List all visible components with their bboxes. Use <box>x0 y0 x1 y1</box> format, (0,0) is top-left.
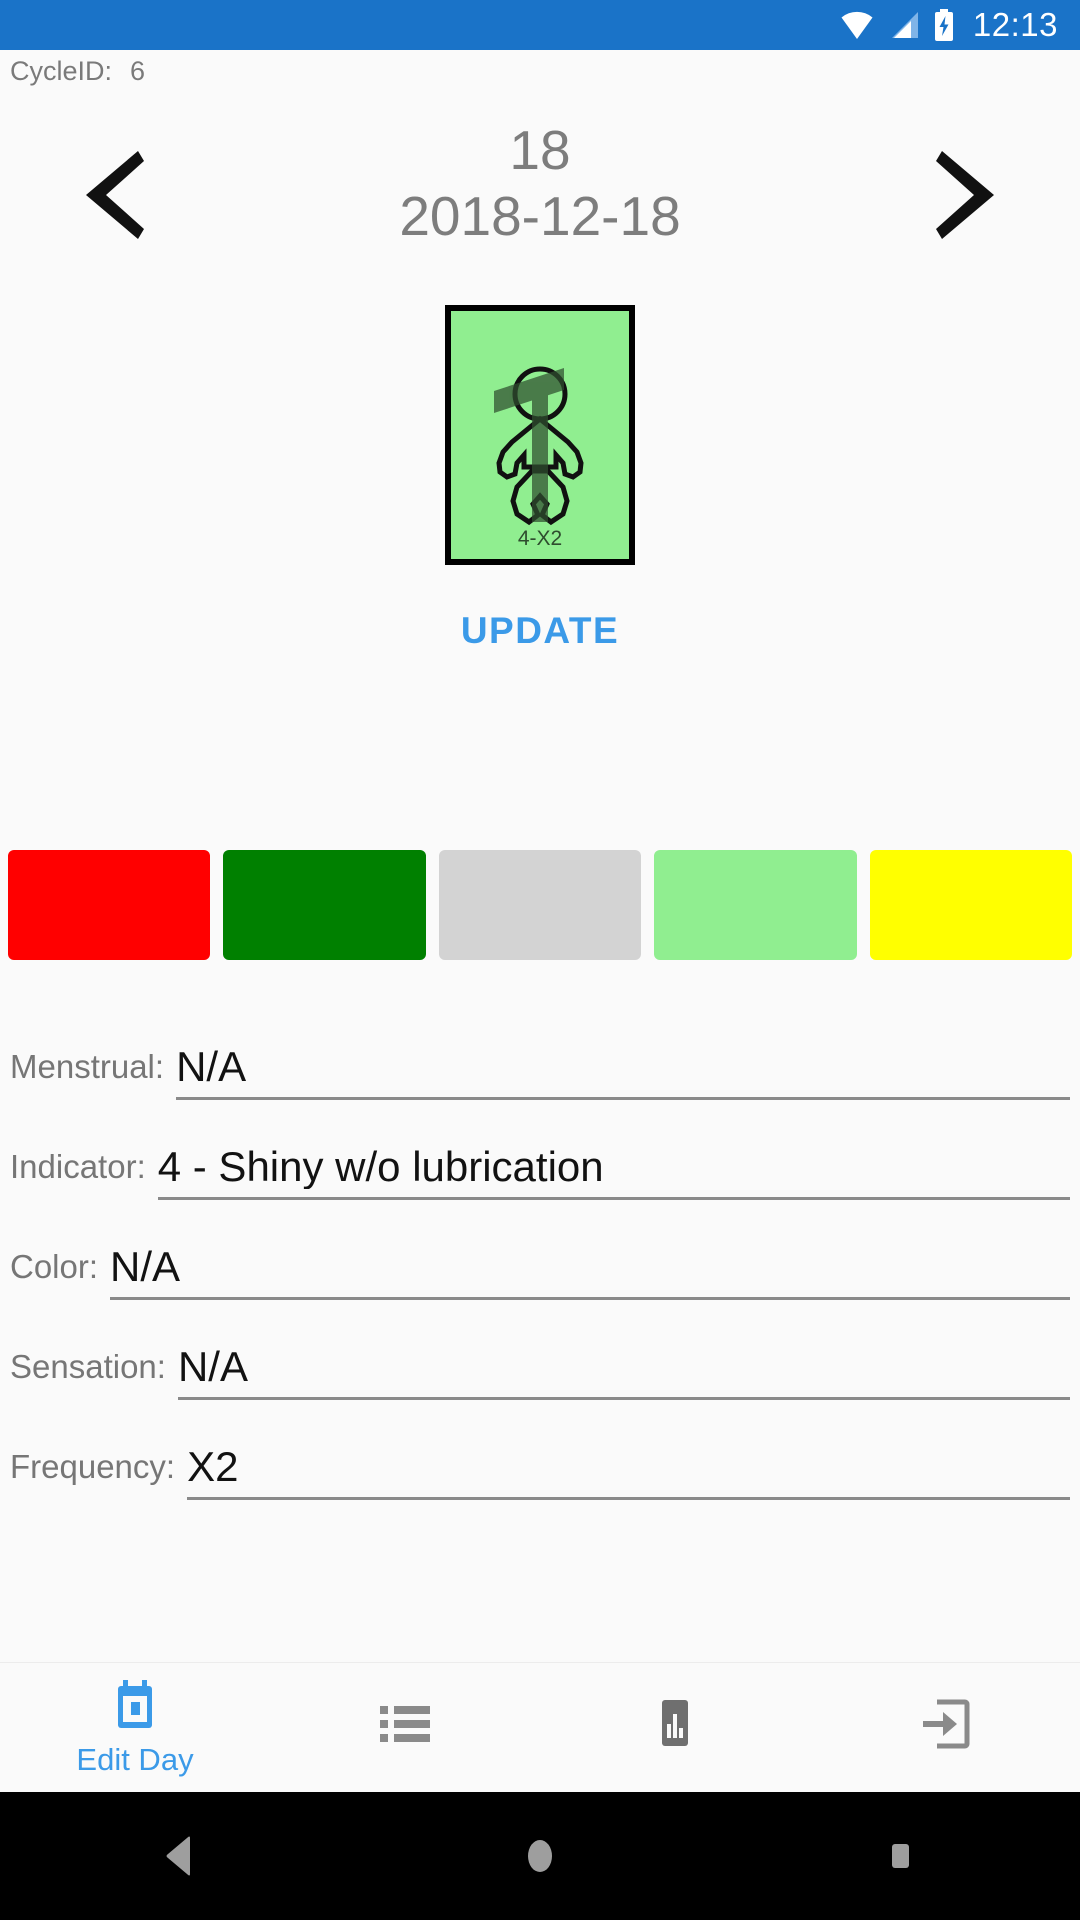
day-date: 2018-12-18 <box>399 185 681 248</box>
field-value: X2 <box>187 1444 239 1489</box>
cycle-id-value: 6 <box>130 56 146 86</box>
field-color[interactable]: Color: N/A <box>0 1200 1080 1300</box>
bottom-navigation: Edit Day <box>0 1662 1080 1792</box>
battery-charging-icon <box>933 9 955 41</box>
swatch-light-green[interactable] <box>654 850 857 960</box>
field-label: Indicator: <box>10 1148 146 1185</box>
chevron-left-icon <box>86 151 144 239</box>
field-value: N/A <box>177 1344 248 1389</box>
update-button[interactable]: UPDATE <box>439 600 641 662</box>
field-underline[interactable]: N/A <box>176 1045 1070 1100</box>
field-sensation[interactable]: Sensation: N/A <box>0 1300 1080 1400</box>
system-home-button[interactable] <box>360 1792 720 1920</box>
calendar-icon <box>112 1678 158 1734</box>
system-recents-button[interactable] <box>720 1792 1080 1920</box>
field-value: N/A <box>110 1244 181 1289</box>
field-label: Color: <box>10 1248 99 1285</box>
swatch-yellow[interactable] <box>869 850 1073 960</box>
day-card-label: 4-X2 <box>517 527 563 550</box>
field-underline[interactable]: X2 <box>187 1445 1070 1500</box>
field-underline[interactable]: N/A <box>110 1245 1070 1300</box>
day-card[interactable]: 4-X2 <box>445 305 635 565</box>
swatch-dark-green[interactable] <box>223 850 426 960</box>
prev-day-button[interactable] <box>60 140 170 250</box>
color-swatch-row <box>0 850 1080 960</box>
cycle-id-label: CycleID: <box>10 56 113 86</box>
bar-chart-icon <box>652 1696 698 1752</box>
status-bar: 12:13 <box>0 0 1080 50</box>
day-number: 18 <box>509 118 571 181</box>
field-label: Menstrual: <box>10 1048 165 1085</box>
next-day-button[interactable] <box>910 140 1020 250</box>
nav-item-chart[interactable] <box>540 1663 810 1793</box>
android-system-nav <box>0 1792 1080 1920</box>
list-icon <box>378 1696 432 1752</box>
field-label: Frequency: <box>10 1448 176 1485</box>
nav-item-list[interactable] <box>270 1663 540 1793</box>
status-bar-clock: 12:13 <box>972 6 1058 43</box>
day-card-wrap: 4-X2 <box>0 305 1080 565</box>
nav-item-edit-day[interactable]: Edit Day <box>0 1663 270 1793</box>
baby-figure-icon <box>494 366 584 526</box>
field-value: N/A <box>176 1044 247 1089</box>
exit-icon <box>919 1696 971 1752</box>
swatch-gray[interactable] <box>438 850 642 960</box>
field-indicator[interactable]: Indicator: 4 - Shiny w/o lubrication <box>0 1100 1080 1200</box>
day-detail-form: Menstrual: N/A Indicator: 4 - Shiny w/o … <box>0 1000 1080 1500</box>
back-triangle-icon <box>166 1836 190 1876</box>
field-underline[interactable]: 4 - Shiny w/o lubrication <box>157 1144 1070 1200</box>
recents-square-icon <box>892 1844 909 1868</box>
app-screen: 12:13 CycleID: 6 18 2018-12-18 4-X2 UPDA… <box>0 0 1080 1920</box>
cell-signal-icon <box>887 10 921 40</box>
field-value: 4 - Shiny w/o lubrication <box>157 1144 604 1189</box>
system-back-button[interactable] <box>0 1792 360 1920</box>
swatch-red[interactable] <box>8 850 211 960</box>
nav-label-edit-day: Edit Day <box>76 1741 194 1777</box>
date-header: 18 2018-12-18 <box>0 100 1080 275</box>
update-wrap: UPDATE <box>0 600 1080 662</box>
nav-item-exit[interactable] <box>810 1663 1080 1793</box>
date-display: 18 2018-12-18 <box>260 118 820 254</box>
chevron-right-icon <box>936 151 994 239</box>
cycle-id-row: CycleID: 6 <box>10 56 145 87</box>
field-underline[interactable]: N/A <box>177 1344 1070 1400</box>
field-menstrual[interactable]: Menstrual: N/A <box>0 1000 1080 1100</box>
wifi-icon <box>839 10 875 40</box>
field-frequency[interactable]: Frequency: X2 <box>0 1400 1080 1500</box>
home-circle-icon <box>528 1840 552 1872</box>
field-label: Sensation: <box>10 1348 166 1385</box>
